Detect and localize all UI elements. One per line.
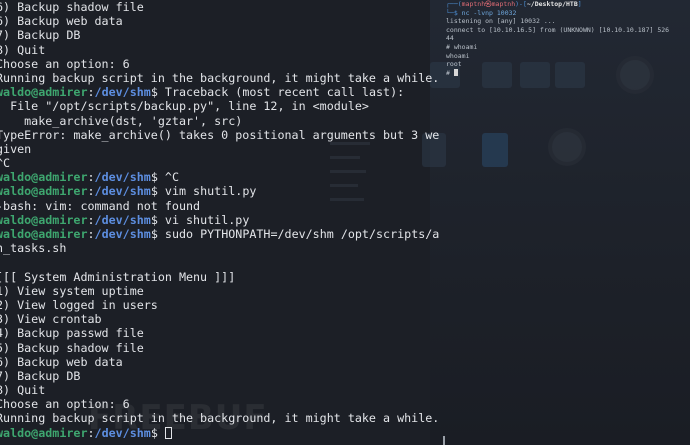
prompt-line: waldo@admirer:/dev/shm$ Traceback (most … xyxy=(0,85,440,99)
listener-output-line: listening on [any] 10032 ... xyxy=(446,17,556,26)
output-line: 1) View system uptime xyxy=(0,283,144,298)
output-line: 7) Backup DB xyxy=(0,368,81,383)
prompt-symbol: $ xyxy=(150,212,158,227)
output-line: 8) Quit xyxy=(0,42,46,57)
listener-output-line: 44 xyxy=(446,34,454,43)
python-file-icon xyxy=(482,133,508,167)
output-line: File "/opt/scripts/backup.py", line 12, … xyxy=(0,99,369,114)
output-line: -bash: vim: command not found xyxy=(0,198,201,213)
output-line: 4) Backup passwd file xyxy=(0,326,144,341)
output-line: 7) Backup DB xyxy=(0,28,81,43)
prompt-user: waldo@admirer xyxy=(0,170,88,185)
prompt-separator: : xyxy=(87,227,95,241)
settings-gear-icon xyxy=(552,132,582,162)
prompt-user: waldo@admirer xyxy=(0,85,88,100)
listener-output-line: connect to [10.10.16.5] from (UNKNOWN) [… xyxy=(446,25,670,34)
listener-command-line: └─$ nc -lvnp 10032 xyxy=(446,8,517,17)
prompt-user: waldo@admirer xyxy=(0,425,88,440)
prompt-separator: : xyxy=(87,170,95,185)
prompt-symbol: $ xyxy=(150,184,158,199)
prompt-path: /dev/shm xyxy=(94,184,151,199)
output-line: ^C xyxy=(0,156,11,171)
command-text: ^C xyxy=(157,170,179,185)
output-line: Running backup script in the background,… xyxy=(0,70,440,85)
listener-cursor xyxy=(453,68,458,76)
prompt-line: waldo@admirer:/dev/shm$ vim shutil.py xyxy=(0,184,440,198)
listener-terminal[interactable]: ┌──(maptnh㉿maptnh)-[~/Desktop/HTB] └─$ n… xyxy=(446,0,686,77)
command-text: vim shutil.py xyxy=(157,184,257,199)
output-line: Choose an option: 6 xyxy=(0,56,130,71)
command-text: sudo PYTHONPATH=/dev/shm /opt/scripts/ad… xyxy=(157,227,440,241)
listener-output-text: # xyxy=(446,68,454,77)
prompt-user: waldo@admirer xyxy=(0,184,88,199)
output-line: 6) Backup shadow file xyxy=(0,0,144,14)
prompt-line: waldo@admirer:/dev/shm$ vi shutil.py xyxy=(0,213,440,227)
listener-output-line: whoami xyxy=(446,51,470,60)
output-line: n_tasks.sh xyxy=(0,241,67,256)
prompt-line: waldo@admirer:/dev/shm$ ^C xyxy=(0,170,440,184)
command-text: vi shutil.py xyxy=(157,212,250,227)
output-line: 6) Backup web data xyxy=(0,14,123,29)
output-line: make_archive(dst, 'gztar', src) xyxy=(0,113,243,128)
prompt-path: /dev/shm xyxy=(94,227,151,241)
listener-output-line: # whoami xyxy=(446,42,478,51)
scroll-marker[interactable] xyxy=(443,436,445,445)
watermark: FREEBUF xyxy=(88,398,268,438)
prompt-path: /dev/shm xyxy=(94,85,151,100)
output-line: 3) View crontab xyxy=(0,312,102,327)
main-terminal[interactable]: 6) Backup shadow file 6) Backup web data 7… xyxy=(0,0,440,445)
prompt-path: /dev/shm xyxy=(94,212,151,227)
prompt-symbol: $ xyxy=(150,227,158,241)
listener-output-line: # xyxy=(446,68,686,78)
prompt-line: waldo@admirer:/dev/shm$ sudo PYTHONPATH=… xyxy=(0,227,440,241)
prompt-path: /dev/shm xyxy=(94,170,151,185)
listener-prompt-header: ┌──(maptnh㉿maptnh)-[~/Desktop/HTB] xyxy=(446,0,582,8)
output-line: 8) Quit xyxy=(0,383,46,398)
output-line: 6) Backup web data xyxy=(0,354,123,369)
prompt-symbol: $ xyxy=(150,85,158,100)
output-line: [[[ System Administration Menu ]]] xyxy=(0,269,236,284)
output-line: given xyxy=(0,141,32,156)
prompt-symbol: $ xyxy=(150,170,158,185)
prompt-user: waldo@admirer xyxy=(0,227,88,241)
prompt-user: waldo@admirer xyxy=(0,212,88,227)
output-line: 5) Backup shadow file xyxy=(0,340,144,355)
output-line: TypeError: make_archive() takes 0 positi… xyxy=(0,127,440,142)
listener-output-line: root xyxy=(446,60,462,69)
prompt-separator: : xyxy=(87,85,95,100)
prompt-separator: : xyxy=(87,212,95,227)
command-text: Traceback (most recent call last): xyxy=(157,85,405,100)
prompt-separator: : xyxy=(87,184,95,199)
output-line: 2) View logged in users xyxy=(0,297,158,312)
